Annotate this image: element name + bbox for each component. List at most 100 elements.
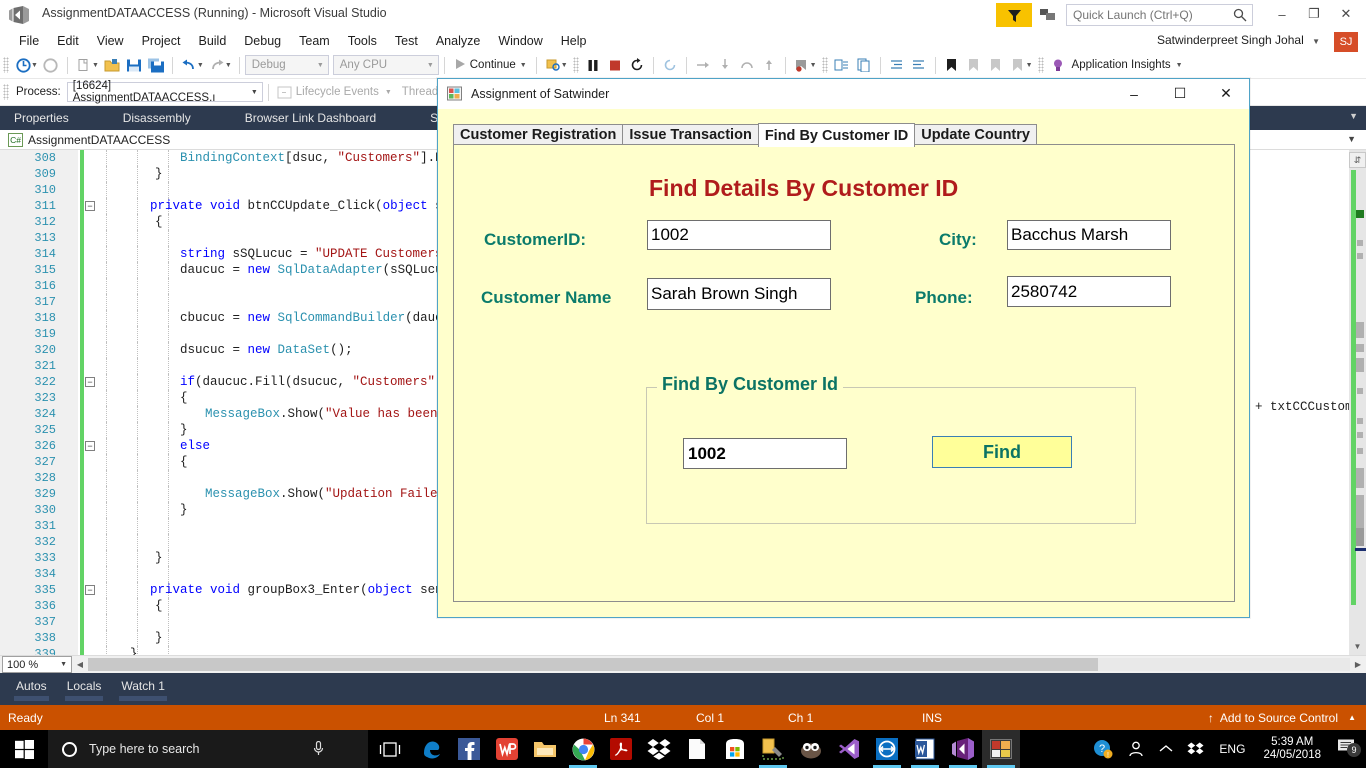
toolbar-grip[interactable]: [572, 57, 579, 73]
tab-watch-1[interactable]: Watch 1: [111, 673, 175, 701]
vs-minimize-button[interactable]: –: [1268, 2, 1296, 26]
lifecycle-events-label[interactable]: Lifecycle Events: [296, 86, 379, 98]
tab-find-by-customer-id[interactable]: Find By Customer ID: [757, 123, 916, 147]
teamviewer-icon[interactable]: [868, 730, 906, 768]
dropbox-tray-icon[interactable]: [1180, 742, 1211, 757]
collapse-toggle-icon[interactable]: −: [85, 441, 95, 451]
microsoft-store-icon[interactable]: [716, 730, 754, 768]
menu-help[interactable]: Help: [552, 32, 596, 50]
lightbulb-icon[interactable]: [1047, 55, 1069, 76]
menu-file[interactable]: File: [10, 32, 48, 50]
restart-icon[interactable]: [626, 55, 648, 76]
chevron-down-icon[interactable]: ▼: [31, 62, 38, 69]
task-view-icon[interactable]: [368, 730, 412, 768]
process-dropdown[interactable]: [16624] AssignmentDATAACCESS.ı ▼: [66, 80, 263, 104]
quick-launch-box[interactable]: [1066, 4, 1253, 26]
save-all-icon[interactable]: [145, 55, 167, 76]
solution-platform-dropdown[interactable]: Any CPU ▼: [332, 55, 439, 75]
collapse-toggle-icon[interactable]: −: [85, 201, 95, 211]
menu-team[interactable]: Team: [290, 32, 339, 50]
facebook-icon[interactable]: [450, 730, 488, 768]
scroll-left-icon[interactable]: ◀: [72, 660, 88, 669]
add-to-source-control-button[interactable]: ↑ Add to Source Control: [1208, 711, 1338, 725]
vs-restore-button[interactable]: ❐: [1300, 2, 1328, 26]
toolbar-grip[interactable]: [3, 57, 9, 73]
menu-build[interactable]: Build: [189, 32, 235, 50]
tab-properties[interactable]: Properties: [0, 108, 83, 128]
word-icon[interactable]: [906, 730, 944, 768]
stop-icon[interactable]: [604, 55, 626, 76]
vs-close-button[interactable]: ✕: [1332, 2, 1360, 26]
tab-disassembly[interactable]: Disassembly: [109, 108, 205, 128]
tab-issue-transaction[interactable]: Issue Transaction: [622, 124, 759, 145]
clock[interactable]: 5:39 AM 24/05/2018: [1253, 736, 1331, 762]
zoom-level-dropdown[interactable]: 100 % ▼: [2, 656, 72, 673]
chevron-down-icon[interactable]: ▼: [1026, 62, 1033, 69]
navigate-forward-icon[interactable]: [40, 55, 62, 76]
visual-studio-installer-icon[interactable]: [754, 730, 792, 768]
adobe-reader-icon[interactable]: [602, 730, 640, 768]
app-window-icon[interactable]: [982, 730, 1020, 768]
step-out-icon[interactable]: [758, 55, 780, 76]
action-center-icon[interactable]: 9: [1331, 738, 1366, 760]
menu-test[interactable]: Test: [386, 32, 427, 50]
visual-studio-icon[interactable]: [944, 730, 982, 768]
people-icon[interactable]: [1120, 740, 1152, 758]
edge-icon[interactable]: [412, 730, 450, 768]
chevron-down-icon[interactable]: ▼: [1176, 62, 1183, 69]
restart-debug-icon[interactable]: [659, 55, 681, 76]
chevron-down-icon[interactable]: ▼: [1349, 111, 1358, 121]
menu-project[interactable]: Project: [133, 32, 190, 50]
dialog-minimize-button[interactable]: –: [1111, 79, 1157, 108]
thread-label[interactable]: Thread: [402, 86, 438, 98]
dropbox-icon[interactable]: [640, 730, 678, 768]
tab-autos[interactable]: Autos: [6, 673, 57, 701]
microphone-icon[interactable]: [313, 740, 324, 761]
dialog-close-button[interactable]: ✕: [1203, 79, 1249, 108]
pause-icon[interactable]: [582, 55, 604, 76]
feedback-icon[interactable]: [1038, 6, 1058, 24]
user-account[interactable]: Satwinderpreet Singh Johal ▼: [1157, 33, 1320, 47]
chevron-down-icon[interactable]: ▼: [561, 62, 568, 69]
navbar-scope[interactable]: AssignmentDATAACCESS: [28, 133, 170, 147]
tab-customer-registration[interactable]: Customer Registration: [453, 124, 624, 145]
find-customer-id-input[interactable]: 1002: [683, 438, 847, 469]
menu-window[interactable]: Window: [489, 32, 551, 50]
chevron-up-icon[interactable]: ▲: [1348, 713, 1356, 722]
previous-bookmark-icon[interactable]: [963, 55, 985, 76]
outdent-icon[interactable]: [908, 55, 930, 76]
customer-name-input[interactable]: Sarah Brown Singh: [647, 278, 831, 310]
uncomment-icon[interactable]: [853, 55, 875, 76]
menu-analyze[interactable]: Analyze: [427, 32, 489, 50]
indent-icon[interactable]: [886, 55, 908, 76]
help-question-icon[interactable]: ? !: [1086, 739, 1120, 759]
gimp-icon[interactable]: [792, 730, 830, 768]
chevron-down-icon[interactable]: ▼: [197, 62, 204, 69]
funnel-icon[interactable]: [996, 3, 1032, 27]
menu-tools[interactable]: Tools: [339, 32, 386, 50]
customer-id-input[interactable]: 1002: [647, 220, 831, 250]
open-file-icon[interactable]: [101, 55, 123, 76]
code-line[interactable]: 338}: [0, 630, 1366, 646]
scroll-down-icon[interactable]: ▼: [1349, 638, 1366, 655]
step-into-icon[interactable]: [714, 55, 736, 76]
tab-browser-link-dashboard[interactable]: Browser Link Dashboard: [231, 108, 390, 128]
windows-start-icon[interactable]: [0, 730, 48, 768]
chevron-down-icon[interactable]: ▼: [385, 89, 392, 96]
bookmark-icon[interactable]: [941, 55, 963, 76]
chrome-icon[interactable]: [564, 730, 602, 768]
phone-input[interactable]: 2580742: [1007, 276, 1171, 307]
wps-office-icon[interactable]: [488, 730, 526, 768]
solution-configuration-dropdown[interactable]: Debug ▼: [244, 55, 329, 75]
chevron-down-icon[interactable]: ▼: [810, 62, 817, 69]
tab-update-country[interactable]: Update Country: [914, 124, 1037, 145]
next-bookmark-icon[interactable]: [985, 55, 1007, 76]
toolbar-grip[interactable]: [821, 57, 828, 73]
dialog-maximize-button[interactable]: ☐: [1157, 79, 1203, 108]
toolbar-grip[interactable]: [1037, 57, 1044, 73]
document-icon[interactable]: [678, 730, 716, 768]
menu-debug[interactable]: Debug: [235, 32, 290, 50]
application-insights-label[interactable]: Application Insights: [1072, 59, 1171, 71]
show-hidden-icons-icon[interactable]: [1152, 744, 1180, 754]
tab-locals[interactable]: Locals: [57, 673, 112, 701]
